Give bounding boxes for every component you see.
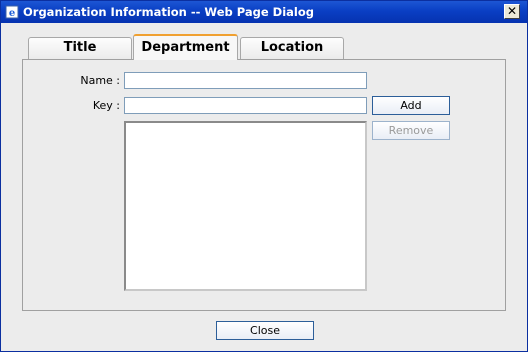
tab-department-label: Department [141,40,230,55]
title-bar[interactable]: e Organization Information -- Web Page D… [1,1,527,23]
window-title: Organization Information -- Web Page Dia… [23,5,314,19]
remove-button[interactable]: Remove [372,121,450,140]
tab-title-label: Title [63,40,97,55]
close-button[interactable]: Close [216,321,314,340]
ie-page-icon: e [5,5,19,19]
tab-location-label: Location [260,40,324,55]
department-listbox[interactable] [124,121,367,291]
add-button[interactable]: Add [372,96,450,115]
name-label: Name : [80,74,120,87]
close-icon: ✕ [506,4,518,18]
close-window-button[interactable]: ✕ [504,4,520,19]
tab-department[interactable]: Department [133,34,238,60]
close-button-label: Close [250,324,280,337]
dialog-client-area: Title Department Location Name : Key : A… [1,23,527,351]
key-label: Key : [92,99,120,112]
key-input[interactable] [124,97,367,114]
tab-title[interactable]: Title [28,37,132,59]
svg-text:e: e [9,8,15,19]
tab-panel-department: Name : Key : Add Remove [22,59,506,311]
add-button-label: Add [400,99,422,112]
name-input[interactable] [124,72,367,89]
remove-button-label: Remove [388,124,434,137]
tab-location[interactable]: Location [240,37,344,59]
dialog-window: e Organization Information -- Web Page D… [0,0,528,352]
